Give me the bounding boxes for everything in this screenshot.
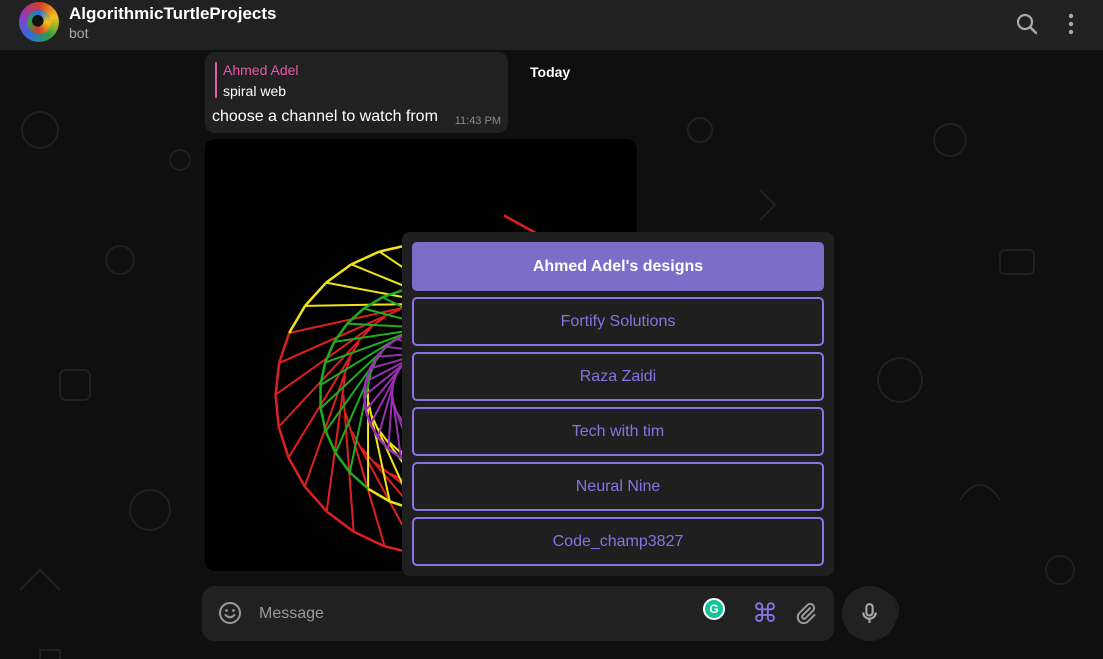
chat-header: AlgorithmicTurtleProjects bot bbox=[0, 0, 1103, 50]
keyboard-button-raza-zaidi[interactable]: Raza Zaidi bbox=[412, 352, 824, 401]
message-text: choose a channel to watch from bbox=[212, 108, 438, 125]
keyboard-button-fortify-solutions[interactable]: Fortify Solutions bbox=[412, 297, 824, 346]
keyboard-button-tech-with-tim[interactable]: Tech with tim bbox=[412, 407, 824, 456]
search-icon[interactable] bbox=[1014, 11, 1040, 37]
grammarly-icon[interactable]: G bbox=[703, 598, 725, 620]
command-icon[interactable]: ⌘ bbox=[751, 599, 779, 627]
keyboard-button-ahmed-adels-designs[interactable]: Ahmed Adel's designs bbox=[412, 242, 824, 291]
chat-subtitle: bot bbox=[69, 25, 89, 41]
emoji-icon[interactable] bbox=[218, 601, 242, 625]
message-time: 11:43 PM bbox=[454, 115, 501, 127]
message-composer: G ⌘ bbox=[202, 586, 834, 641]
reply-author[interactable]: Ahmed Adel bbox=[223, 62, 299, 78]
inline-keyboard: Ahmed Adel's designs Fortify Solutions R… bbox=[402, 232, 834, 576]
keyboard-button-neural-nine[interactable]: Neural Nine bbox=[412, 462, 824, 511]
keyboard-button-code-champ3827[interactable]: Code_champ3827 bbox=[412, 517, 824, 566]
message-bubble[interactable]: Ahmed Adel spiral web choose a channel t… bbox=[205, 52, 508, 133]
microphone-button[interactable] bbox=[842, 586, 897, 641]
avatar[interactable] bbox=[19, 2, 59, 42]
reply-indicator bbox=[215, 62, 217, 98]
chat-title[interactable]: AlgorithmicTurtleProjects bbox=[69, 4, 277, 24]
microphone-icon bbox=[862, 603, 877, 623]
message-input[interactable] bbox=[257, 596, 681, 632]
paperclip-icon[interactable] bbox=[794, 601, 818, 625]
more-vertical-icon[interactable] bbox=[1058, 11, 1084, 37]
reply-text[interactable]: spiral web bbox=[223, 83, 286, 99]
date-chip: Today bbox=[530, 64, 571, 80]
